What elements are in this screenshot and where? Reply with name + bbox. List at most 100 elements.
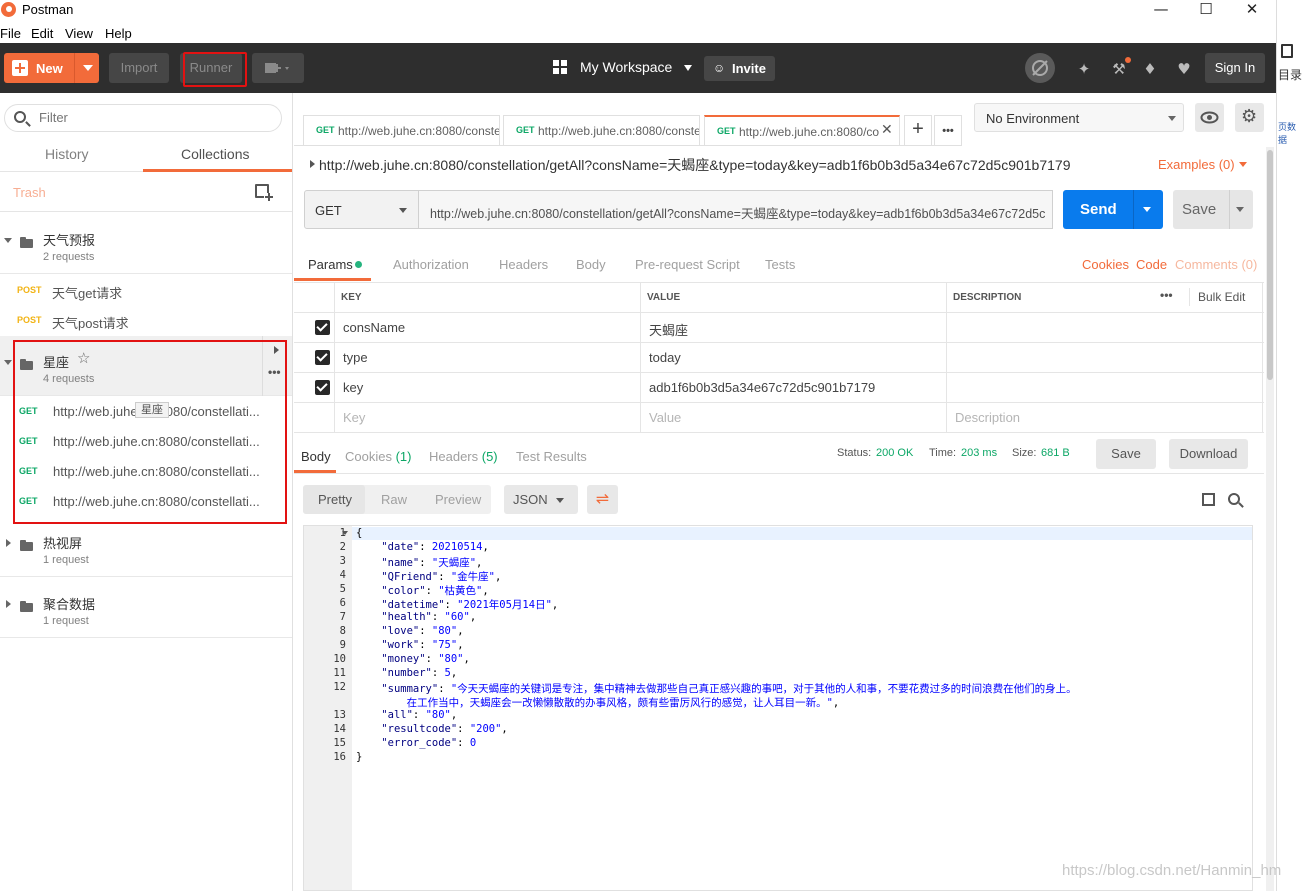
- code-line: "love": "80",: [381, 625, 464, 637]
- save-response-button[interactable]: Save: [1096, 439, 1156, 469]
- request-tab[interactable]: GET http://web.juhe.cn:8080/conste: [303, 115, 500, 145]
- param-key[interactable]: key: [343, 380, 363, 395]
- chevron-down-icon[interactable]: [83, 65, 93, 71]
- menu-help[interactable]: Help: [105, 26, 132, 41]
- params-table: KEY VALUE DESCRIPTION ••• Bulk Edit cons…: [294, 282, 1264, 433]
- cookies-link[interactable]: Cookies: [1082, 257, 1129, 272]
- eye-icon[interactable]: [1195, 103, 1224, 132]
- collection-hot-video[interactable]: 热视屏 1 request: [0, 517, 292, 577]
- tab-authorization[interactable]: Authorization: [393, 257, 469, 272]
- tab-test-results[interactable]: Test Results: [516, 449, 587, 464]
- filter-box[interactable]: [4, 104, 282, 132]
- examples-link[interactable]: Examples (0): [1158, 157, 1235, 172]
- menu-edit[interactable]: Edit: [31, 26, 53, 41]
- save-button[interactable]: Save: [1173, 190, 1253, 229]
- request-tab[interactable]: GET http://web.juhe.cn:8080/conste: [503, 115, 700, 145]
- wrap-lines-button[interactable]: ⇌: [587, 485, 618, 514]
- new-window-button[interactable]: [252, 53, 304, 83]
- format-select[interactable]: JSON: [504, 485, 578, 514]
- send-button[interactable]: Send: [1063, 190, 1163, 229]
- view-raw[interactable]: Raw: [381, 492, 407, 507]
- new-tab-button[interactable]: +: [904, 115, 932, 145]
- tab-response-headers[interactable]: Headers (5): [429, 449, 498, 464]
- active-tab-indicator: [143, 169, 292, 172]
- tab-options-icon[interactable]: •••: [934, 115, 962, 145]
- tab-response-body[interactable]: Body: [301, 449, 331, 464]
- line-number: 9: [339, 639, 346, 651]
- filter-input[interactable]: [39, 110, 269, 125]
- tab-history[interactable]: History: [45, 146, 89, 162]
- chevron-down-icon[interactable]: [4, 238, 12, 243]
- close-tab-icon[interactable]: ✕: [881, 122, 893, 138]
- download-button[interactable]: Download: [1169, 439, 1248, 469]
- method-select[interactable]: GET: [304, 190, 419, 229]
- new-collection-icon[interactable]: [255, 184, 273, 202]
- gear-icon[interactable]: ⚙: [1235, 103, 1264, 132]
- param-checkbox[interactable]: [315, 350, 330, 365]
- code-link[interactable]: Code: [1136, 257, 1167, 272]
- menu-file[interactable]: File: [0, 26, 21, 41]
- param-value[interactable]: adb1f6b0b3d5a34e67c72d5c901b7179: [649, 380, 875, 395]
- tab-tests[interactable]: Tests: [765, 257, 795, 272]
- list-item[interactable]: POST 天气post请求: [0, 305, 292, 335]
- satellite-icon[interactable]: ✦: [1075, 60, 1093, 78]
- fold-chevron-icon[interactable]: [342, 531, 348, 535]
- param-key[interactable]: type: [343, 350, 368, 365]
- new-param-description[interactable]: Description: [955, 410, 1020, 425]
- settings-wrench-icon[interactable]: ⚒: [1110, 60, 1128, 78]
- examples-chevron-icon[interactable]: [1239, 162, 1247, 167]
- param-value[interactable]: 天蝎座: [649, 320, 688, 339]
- param-value[interactable]: today: [649, 350, 681, 365]
- heart-icon[interactable]: ♥: [1175, 60, 1193, 78]
- collection-juhe-data[interactable]: 聚合数据 1 request: [0, 578, 292, 638]
- param-checkbox[interactable]: [315, 380, 330, 395]
- tab-headers[interactable]: Headers: [499, 257, 548, 272]
- response-body-editor[interactable]: 1 2 3 4 5 6 7 8 9 10 11 12 13 14 15 16 { "date": 202105…: [303, 525, 1253, 891]
- trash-link[interactable]: Trash: [13, 185, 46, 200]
- new-param-value[interactable]: Value: [649, 410, 681, 425]
- param-key[interactable]: consName: [343, 320, 405, 335]
- view-preview[interactable]: Preview: [435, 492, 481, 507]
- new-param-key[interactable]: Key: [343, 410, 365, 425]
- view-pretty[interactable]: Pretty: [318, 492, 352, 507]
- search-icon[interactable]: [1228, 493, 1244, 508]
- collection-weather[interactable]: 天气预报 2 requests: [0, 214, 292, 274]
- sync-off-icon[interactable]: [1025, 53, 1055, 83]
- workspace-selector[interactable]: My Workspace: [580, 59, 672, 75]
- request-title[interactable]: http://web.juhe.cn:8080/constellation/ge…: [319, 155, 1071, 175]
- tab-params[interactable]: Params: [308, 257, 353, 272]
- comments-link[interactable]: Comments (0): [1175, 257, 1257, 272]
- main-scrollbar[interactable]: [1266, 147, 1274, 891]
- tab-pre-request-script[interactable]: Pre-request Script: [635, 257, 740, 272]
- bulk-edit-link[interactable]: Bulk Edit: [1198, 290, 1245, 304]
- import-button[interactable]: Import: [109, 53, 169, 83]
- tab-collections[interactable]: Collections: [181, 146, 249, 162]
- line-number: 11: [333, 667, 346, 679]
- bell-icon[interactable]: ♦: [1141, 60, 1159, 78]
- copy-icon[interactable]: [1198, 489, 1215, 506]
- sign-in-button[interactable]: Sign In: [1205, 53, 1265, 83]
- close-window-button[interactable]: ✕: [1229, 0, 1275, 22]
- chevron-right-icon[interactable]: [6, 600, 11, 608]
- chevron-down-icon[interactable]: [1143, 207, 1151, 212]
- new-button[interactable]: New: [4, 53, 99, 83]
- chevron-right-icon[interactable]: [310, 160, 315, 168]
- list-item[interactable]: POST 天气get请求: [0, 275, 292, 305]
- param-checkbox[interactable]: [315, 320, 330, 335]
- request-tab-active[interactable]: GET http://web.juhe.cn:8080/co ✕: [704, 115, 900, 145]
- chevron-down-icon[interactable]: [4, 360, 12, 365]
- environment-select[interactable]: No Environment: [974, 103, 1184, 132]
- more-options-icon[interactable]: •••: [1160, 288, 1173, 302]
- minimize-button[interactable]: —: [1138, 0, 1184, 22]
- toc-label: 目录: [1278, 68, 1303, 82]
- invite-button[interactable]: ☺ Invite: [704, 56, 775, 81]
- tab-body[interactable]: Body: [576, 257, 606, 272]
- maximize-button[interactable]: ☐: [1183, 0, 1229, 22]
- chevron-right-icon[interactable]: [6, 539, 11, 547]
- url-input[interactable]: http://web.juhe.cn:8080/constellation/ge…: [419, 190, 1053, 229]
- tab-response-cookies[interactable]: Cookies (1): [345, 449, 411, 464]
- chevron-down-icon[interactable]: [1236, 207, 1244, 212]
- tab-url: http://web.juhe.cn:8080/co: [739, 125, 880, 139]
- menu-view[interactable]: View: [65, 26, 93, 41]
- workspace-chevron-icon[interactable]: [684, 65, 692, 71]
